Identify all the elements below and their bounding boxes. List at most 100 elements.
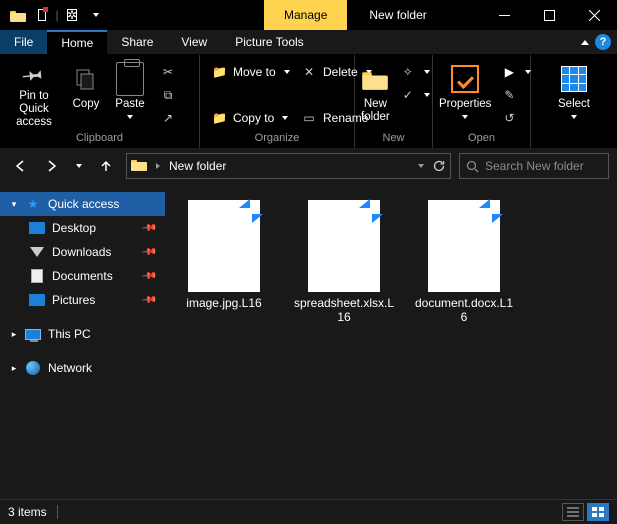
- content-area: ▾ ★ Quick access Desktop 📌 Downloads 📌 D…: [0, 184, 617, 499]
- file-name: image.jpg.L16: [186, 296, 261, 310]
- copy-icon: [74, 63, 98, 95]
- forward-button[interactable]: [40, 154, 64, 178]
- address-bar[interactable]: New folder: [126, 153, 451, 179]
- picture-tools-tab[interactable]: Picture Tools: [221, 30, 317, 54]
- new-folder-button[interactable]: New folder: [361, 59, 390, 129]
- chevron-down-icon: [127, 115, 133, 119]
- paste-button[interactable]: Paste: [110, 59, 150, 129]
- easy-access-button[interactable]: ✓: [394, 84, 436, 106]
- properties-button[interactable]: Properties: [439, 59, 491, 129]
- file-item[interactable]: spreadsheet.xlsx.L16: [293, 200, 395, 325]
- window-title: New folder: [347, 0, 448, 30]
- cut-button[interactable]: ✂: [154, 61, 182, 83]
- address-bar-row: New folder Search New folder: [0, 148, 617, 184]
- address-dropdown-button[interactable]: [416, 164, 426, 168]
- rename-icon: ▭: [301, 111, 317, 125]
- group-label-open: Open: [433, 132, 530, 148]
- sidebar-item-label: Quick access: [48, 197, 119, 211]
- pin-icon: [17, 58, 51, 92]
- chevron-down-icon: [424, 93, 430, 97]
- star-icon: ★: [24, 197, 42, 211]
- large-icons-view-button[interactable]: [587, 503, 609, 521]
- file-name: spreadsheet.xlsx.L16: [293, 296, 395, 325]
- file-name: document.docx.L16: [413, 296, 515, 325]
- recent-locations-button[interactable]: [72, 154, 86, 178]
- edit-icon: ✎: [501, 88, 517, 102]
- file-thumbnail: [428, 200, 500, 292]
- status-item-count: 3 items: [8, 505, 47, 519]
- pin-icon: 📌: [140, 292, 157, 308]
- documents-icon: [28, 269, 46, 283]
- chevron-right-icon: [156, 163, 160, 169]
- sidebar-item-label: Documents: [52, 269, 113, 283]
- pictures-icon: [28, 294, 46, 306]
- refresh-button[interactable]: [432, 159, 446, 173]
- minimize-button[interactable]: [482, 0, 527, 30]
- select-button[interactable]: Select: [554, 59, 594, 129]
- new-item-icon: ✧: [400, 65, 416, 79]
- new-item-button[interactable]: ✧: [394, 61, 436, 83]
- paste-shortcut-button[interactable]: ↗: [154, 107, 182, 129]
- sidebar-item-label: Pictures: [52, 293, 95, 307]
- folder-icon: [367, 63, 383, 95]
- copy-button[interactable]: Copy: [66, 59, 106, 129]
- qat-newfolder-button[interactable]: ✲: [60, 4, 84, 26]
- pin-icon: 📌: [140, 244, 157, 260]
- file-thumbnail: [308, 200, 380, 292]
- context-tab-manage[interactable]: Manage: [264, 0, 347, 30]
- titlebar: | ✲ Manage New folder: [0, 0, 617, 30]
- network-icon: [24, 361, 42, 375]
- chevron-right-icon: ▸: [10, 329, 18, 340]
- move-to-icon: 📁: [212, 65, 227, 79]
- sidebar-item-desktop[interactable]: Desktop 📌: [0, 216, 165, 240]
- share-tab[interactable]: Share: [107, 30, 167, 54]
- chevron-down-icon: [424, 70, 430, 74]
- home-tab[interactable]: Home: [47, 30, 107, 54]
- qat-properties-button[interactable]: [30, 4, 54, 26]
- sidebar-item-label: Downloads: [52, 245, 111, 259]
- copy-to-icon: 📁: [212, 111, 227, 125]
- search-icon: [466, 160, 479, 173]
- properties-icon: [451, 63, 479, 95]
- copy-path-button[interactable]: ⧉: [154, 84, 182, 106]
- up-button[interactable]: [94, 154, 118, 178]
- sidebar-item-label: Network: [48, 361, 92, 375]
- sync-overlay-icon: [236, 196, 266, 226]
- status-bar: 3 items: [0, 499, 617, 523]
- pin-to-quick-access-button[interactable]: Pin to Quick access: [6, 59, 62, 129]
- file-item[interactable]: document.docx.L16: [413, 200, 515, 325]
- help-button[interactable]: ?: [595, 34, 611, 50]
- file-item[interactable]: image.jpg.L16: [173, 200, 275, 310]
- file-list[interactable]: image.jpg.L16 spreadsheet.xlsx.L16 docum…: [165, 184, 617, 499]
- quick-access-toolbar: | ✲: [0, 0, 108, 30]
- qat-customize-dropdown[interactable]: [84, 4, 108, 26]
- select-icon: [561, 63, 587, 95]
- breadcrumb[interactable]: New folder: [169, 159, 226, 173]
- search-placeholder: Search New folder: [485, 159, 584, 173]
- chevron-right-icon: ▸: [10, 363, 18, 374]
- sidebar-item-pictures[interactable]: Pictures 📌: [0, 288, 165, 312]
- ribbon: Pin to Quick access Copy Paste ✂ ⧉ ↗ Cli…: [0, 55, 617, 148]
- move-to-button[interactable]: 📁Move to: [206, 61, 291, 83]
- sidebar-item-label: This PC: [48, 327, 91, 341]
- this-pc-icon: [24, 329, 42, 340]
- details-view-button[interactable]: [562, 503, 584, 521]
- close-button[interactable]: [572, 0, 617, 30]
- back-button[interactable]: [8, 154, 32, 178]
- group-label-organize: Organize: [200, 132, 354, 148]
- sidebar-item-this-pc[interactable]: ▸ This PC: [0, 322, 165, 346]
- group-clipboard: Pin to Quick access Copy Paste ✂ ⧉ ↗ Cli…: [0, 55, 200, 148]
- group-organize: 📁Move to 📁Copy to ✕Delete ▭Rename Organi…: [200, 55, 355, 148]
- shortcut-icon: ↗: [160, 111, 176, 125]
- collapse-ribbon-icon[interactable]: [581, 40, 589, 45]
- delete-icon: ✕: [301, 65, 317, 79]
- file-tab[interactable]: File: [0, 30, 47, 54]
- copy-to-button[interactable]: 📁Copy to: [206, 107, 291, 129]
- sidebar-item-downloads[interactable]: Downloads 📌: [0, 240, 165, 264]
- sidebar-item-documents[interactable]: Documents 📌: [0, 264, 165, 288]
- sidebar-item-quick-access[interactable]: ▾ ★ Quick access: [0, 192, 165, 216]
- search-input[interactable]: Search New folder: [459, 153, 609, 179]
- view-tab[interactable]: View: [167, 30, 221, 54]
- maximize-button[interactable]: [527, 0, 572, 30]
- sidebar-item-network[interactable]: ▸ Network: [0, 356, 165, 380]
